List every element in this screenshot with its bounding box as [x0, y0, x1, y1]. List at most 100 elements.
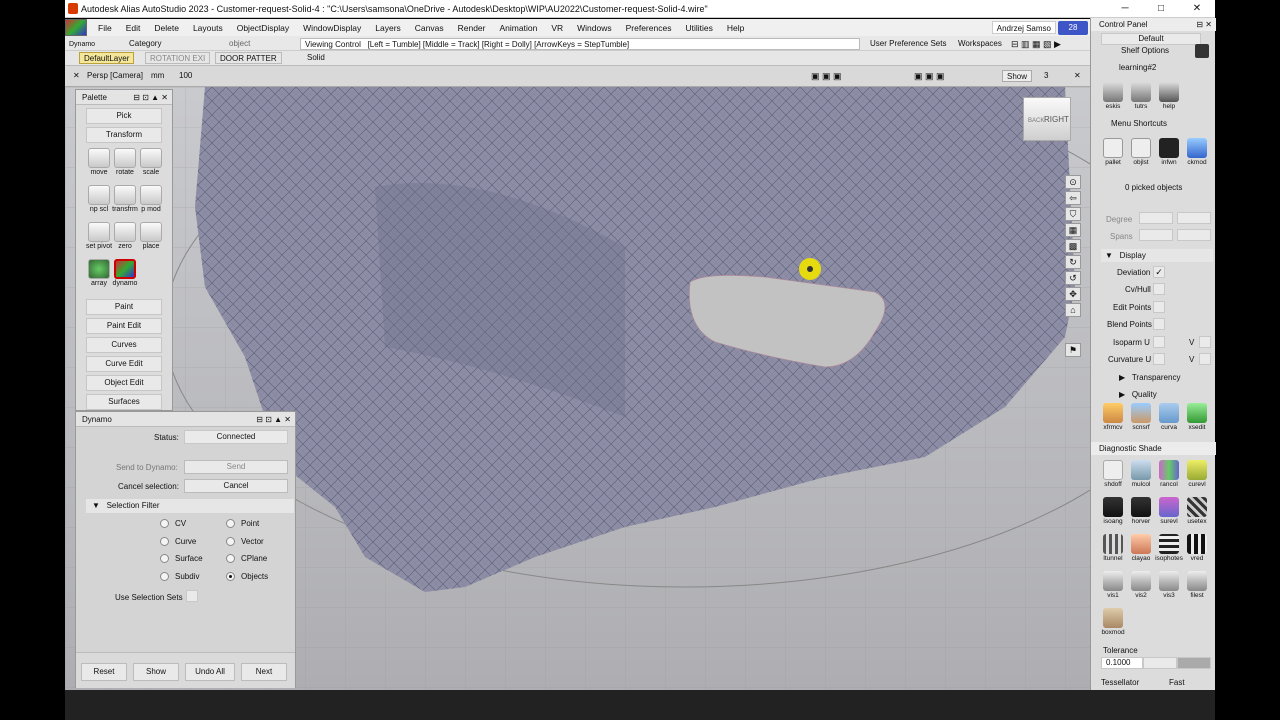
shelf-help[interactable]: help — [1155, 82, 1183, 110]
close-button[interactable]: ✕ — [1179, 3, 1215, 14]
shelf-options-label[interactable]: Shelf Options — [1121, 46, 1169, 55]
diag-surevl[interactable]: surevl — [1155, 497, 1183, 525]
scale-tool[interactable]: scale — [138, 148, 164, 176]
menu-utilities[interactable]: Utilities — [678, 23, 719, 33]
show-menu-button[interactable]: Show — [1002, 70, 1033, 82]
shelf-xfrmcv[interactable]: xfrmcv — [1099, 403, 1127, 431]
shelf-ckmod[interactable]: ckmod — [1183, 138, 1211, 166]
filter-point[interactable]: Point — [226, 519, 259, 528]
diag-vis2[interactable]: vis2 — [1127, 571, 1155, 599]
paint-edit-button[interactable]: Paint Edit — [86, 318, 162, 334]
viewport-view-icons[interactable]: ▣ ▣ ▣ — [807, 70, 846, 82]
send-button[interactable]: Send — [184, 460, 288, 474]
degree-field-2[interactable] — [1177, 212, 1211, 224]
set-pivot-tool[interactable]: set pivot — [86, 222, 112, 250]
tag-icon[interactable]: ⌂ — [1065, 303, 1081, 317]
shelf-pallet[interactable]: pallet — [1099, 138, 1127, 166]
menu-file[interactable]: File — [91, 23, 119, 33]
move-tool[interactable]: move — [86, 148, 112, 176]
shelf-xsedit[interactable]: xsedit — [1183, 403, 1211, 431]
maximize-button[interactable]: □ — [1143, 3, 1179, 14]
show-button[interactable]: Show — [133, 663, 179, 681]
user-preference-sets-button[interactable]: User Preference Sets — [866, 38, 950, 50]
grid-icon[interactable]: ▦ — [1065, 223, 1081, 237]
diag-vred[interactable]: vred — [1183, 534, 1211, 562]
filter-surface[interactable]: Surface — [160, 554, 203, 563]
diag-boxmod[interactable]: boxmod — [1099, 608, 1127, 636]
diag-filest[interactable]: filest — [1183, 571, 1211, 599]
diag-isoang[interactable]: isoang — [1099, 497, 1127, 525]
shelf-objlst[interactable]: objlst — [1127, 138, 1155, 166]
tolerance-field[interactable]: 0.1000 — [1101, 657, 1143, 669]
default-layer-tab[interactable]: DefaultLayer — [79, 52, 135, 64]
deviation-checkbox[interactable]: ✓ — [1153, 266, 1165, 278]
pattern-icon[interactable]: ▩ — [1065, 239, 1081, 253]
transparency-section[interactable]: ▶ Transparency — [1119, 373, 1180, 382]
bookmark-icon[interactable]: ⚑ — [1065, 343, 1081, 357]
diag-isophotes[interactable]: isophotes — [1155, 534, 1183, 562]
shelf-eskis[interactable]: eskis — [1099, 82, 1127, 110]
filter-vector[interactable]: Vector — [226, 537, 264, 546]
menu-delete[interactable]: Delete — [147, 23, 186, 33]
curves-button[interactable]: Curves — [86, 337, 162, 353]
display-section-header[interactable]: ▼ Display — [1101, 249, 1213, 262]
move-view-icon[interactable]: ✥ — [1065, 287, 1081, 301]
shelf-tab-learning[interactable]: learning#2 — [1119, 63, 1156, 72]
filter-objects[interactable]: Objects — [226, 572, 268, 581]
filter-curve[interactable]: Curve — [160, 537, 196, 546]
control-panel-close-icon[interactable]: ⊟ ✕ — [1196, 18, 1212, 31]
isoparm-u-checkbox[interactable] — [1153, 336, 1165, 348]
tessellator-dropdown[interactable]: Fast — [1169, 678, 1185, 687]
back-arrow-icon[interactable]: ⇦ — [1065, 191, 1081, 205]
zero-tool[interactable]: zero — [112, 222, 138, 250]
diag-rancol[interactable]: rancol — [1155, 460, 1183, 488]
shelf-curva[interactable]: curva — [1155, 403, 1183, 431]
diag-usetex[interactable]: usetex — [1183, 497, 1211, 525]
palette-close-icon[interactable]: ⊟ ⊡ ▲ ✕ — [133, 90, 168, 105]
object-edit-button[interactable]: Object Edit — [86, 375, 162, 391]
undo-all-button[interactable]: Undo All — [185, 663, 235, 681]
menu-layouts[interactable]: Layouts — [186, 23, 230, 33]
user-name[interactable]: Andrzej Samso — [991, 21, 1056, 34]
close-viewport-icon[interactable]: ✕ — [69, 70, 84, 82]
selection-filter-header[interactable]: ▼ Selection Filter — [86, 499, 294, 513]
blend-points-checkbox[interactable] — [1153, 318, 1165, 330]
isoparm-v-checkbox[interactable] — [1199, 336, 1211, 348]
shelf-scnsrf[interactable]: scnsrf — [1127, 403, 1155, 431]
workspaces-button[interactable]: Workspaces — [954, 38, 1006, 50]
cancel-button[interactable]: Cancel — [184, 479, 288, 493]
orbit-icon[interactable]: ↻ — [1065, 255, 1081, 269]
minimize-button[interactable]: ─ — [1107, 3, 1143, 14]
view-cube-right[interactable]: RIGHT — [1044, 115, 1069, 124]
menu-render[interactable]: Render — [451, 23, 493, 33]
rotation-layer-tab[interactable]: ROTATION EXI — [145, 52, 211, 64]
menu-windowdisplay[interactable]: WindowDisplay — [296, 23, 368, 33]
menu-windows[interactable]: Windows — [570, 23, 618, 33]
array-tool[interactable]: array — [86, 259, 112, 287]
diag-vis1[interactable]: vis1 — [1099, 571, 1127, 599]
menu-canvas[interactable]: Canvas — [408, 23, 451, 33]
filter-subdiv[interactable]: Subdiv — [160, 572, 199, 581]
object-label[interactable]: object — [225, 38, 254, 50]
filter-cplane[interactable]: CPlane — [226, 554, 267, 563]
view-cube[interactable]: BACK RIGHT — [1023, 97, 1071, 141]
menu-objectdisplay[interactable]: ObjectDisplay — [230, 23, 296, 33]
diag-ltunnel[interactable]: ltunnel — [1099, 534, 1127, 562]
dynamo-tool[interactable]: dynamo — [112, 259, 138, 287]
cvhull-checkbox[interactable] — [1153, 283, 1165, 295]
spans-field[interactable] — [1139, 229, 1173, 241]
spans-field-2[interactable] — [1177, 229, 1211, 241]
menu-layers[interactable]: Layers — [368, 23, 408, 33]
diag-curevl[interactable]: curevl — [1183, 460, 1211, 488]
curvature-u-checkbox[interactable] — [1153, 353, 1165, 365]
edit-points-checkbox[interactable] — [1153, 301, 1165, 313]
notification-badge[interactable]: 28 — [1058, 20, 1088, 35]
curvature-v-checkbox[interactable] — [1199, 353, 1211, 365]
reset-button[interactable]: Reset — [81, 663, 127, 681]
viewport-close-icon[interactable]: ✕ — [1070, 70, 1085, 82]
p-mod-tool[interactable]: p mod — [138, 185, 164, 213]
diag-shdoff[interactable]: shdoff — [1099, 460, 1127, 488]
shelf-tutrs[interactable]: tutrs — [1127, 82, 1155, 110]
trash-icon[interactable] — [1195, 44, 1209, 58]
np-scale-tool[interactable]: np scl — [86, 185, 112, 213]
